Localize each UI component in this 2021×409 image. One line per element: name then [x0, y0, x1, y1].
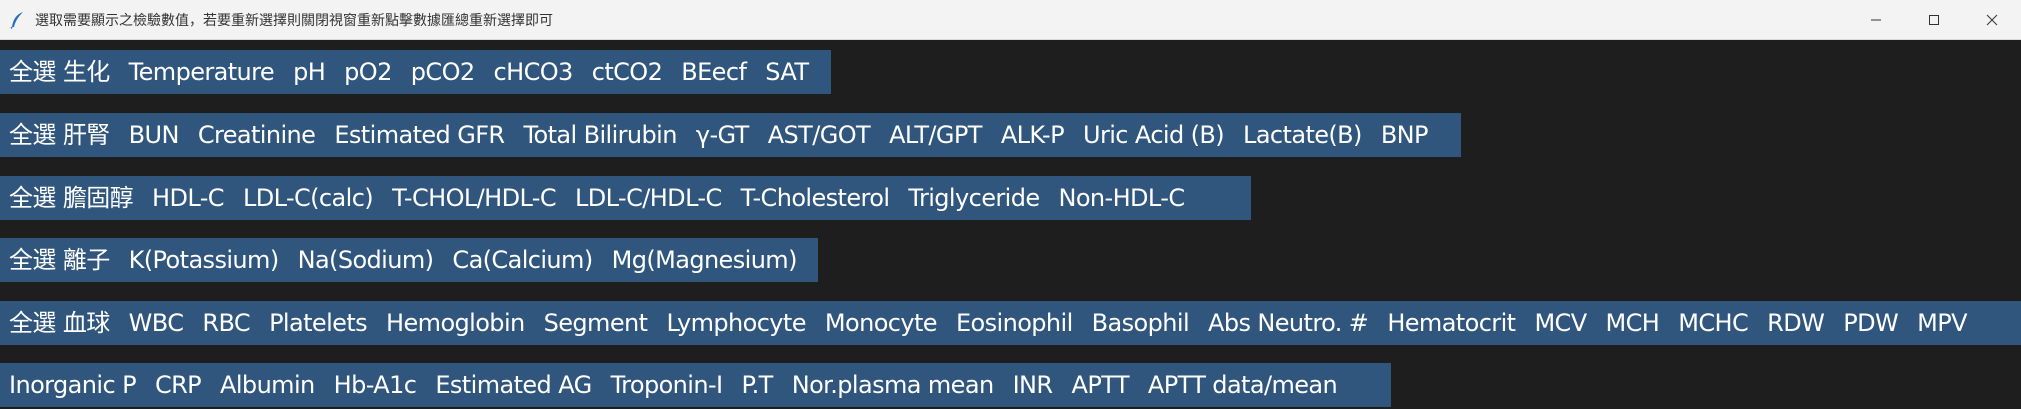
select-all-blood-cells[interactable]: 全選 血球 — [9, 301, 110, 345]
option-item[interactable]: P.T — [742, 363, 774, 407]
option-item[interactable]: MPV — [1917, 301, 1967, 345]
option-item[interactable]: Creatinine — [198, 113, 316, 157]
option-item[interactable]: Albumin — [220, 363, 315, 407]
option-item[interactable]: BUN — [129, 113, 180, 157]
select-all-liver-kidney[interactable]: 全選 肝腎 — [9, 113, 110, 157]
option-item[interactable]: γ-GT — [696, 113, 749, 157]
option-item[interactable]: pO2 — [344, 50, 392, 94]
option-item[interactable]: K(Potassium) — [129, 238, 280, 282]
option-item[interactable]: MCV — [1534, 301, 1587, 345]
option-item[interactable]: Eosinophil — [956, 301, 1073, 345]
option-item[interactable]: Triglyceride — [908, 176, 1040, 220]
option-item[interactable]: Hemoglobin — [386, 301, 525, 345]
option-item[interactable]: Lymphocyte — [666, 301, 806, 345]
option-item[interactable]: WBC — [129, 301, 184, 345]
option-item[interactable]: APTT data/mean — [1148, 363, 1338, 407]
option-item[interactable]: Monocyte — [825, 301, 938, 345]
option-item[interactable]: CRP — [155, 363, 202, 407]
option-item[interactable]: Nor.plasma mean — [792, 363, 994, 407]
option-item[interactable]: Total Bilirubin — [524, 113, 678, 157]
option-item[interactable]: BEecf — [681, 50, 747, 94]
option-item[interactable]: Troponin-I — [611, 363, 724, 407]
option-item[interactable]: Abs Neutro. # — [1208, 301, 1369, 345]
option-item[interactable]: Basophil — [1092, 301, 1190, 345]
option-item[interactable]: Non-HDL-C — [1059, 176, 1186, 220]
option-item[interactable]: Platelets — [269, 301, 368, 345]
option-item[interactable]: Na(Sodium) — [298, 238, 434, 282]
option-item[interactable]: Temperature — [129, 50, 275, 94]
title-bar: 選取需要顯示之檢驗數值，若要重新選擇則關閉視窗重新點擊數據匯總重新選擇即可 — [0, 0, 2021, 40]
option-item[interactable]: INR — [1013, 363, 1054, 407]
minimize-icon[interactable] — [1847, 0, 1905, 40]
option-item[interactable]: Mg(Magnesium) — [612, 238, 798, 282]
close-icon[interactable] — [1963, 0, 2021, 40]
option-item[interactable]: Hematocrit — [1387, 301, 1516, 345]
option-item[interactable]: SAT — [765, 50, 809, 94]
window-controls — [1847, 0, 2021, 40]
checkbox-panel: 全選 生化 Temperature pH pO2 pCO2 cHCO3 ctCO… — [0, 40, 2021, 409]
window-title: 選取需要顯示之檢驗數值，若要重新選擇則關閉視窗重新點擊數據匯總重新選擇即可 — [35, 12, 553, 29]
option-item[interactable]: Hb-A1c — [334, 363, 417, 407]
option-item[interactable]: APTT — [1072, 363, 1130, 407]
select-all-cholesterol[interactable]: 全選 膽固醇 — [9, 176, 134, 220]
row-liver-kidney: 全選 肝腎 BUN Creatinine Estimated GFR Total… — [0, 113, 1461, 157]
option-item[interactable]: AST/GOT — [768, 113, 871, 157]
option-item[interactable]: MCH — [1606, 301, 1660, 345]
option-item[interactable]: cHCO3 — [494, 50, 574, 94]
option-item[interactable]: RBC — [202, 301, 250, 345]
option-item[interactable]: BNP — [1381, 113, 1429, 157]
option-item[interactable]: MCHC — [1678, 301, 1748, 345]
option-item[interactable]: LDL-C(calc) — [243, 176, 374, 220]
row-misc: Inorganic P CRP Albumin Hb-A1c Estimated… — [0, 363, 1391, 407]
option-item[interactable]: ctCO2 — [592, 50, 663, 94]
option-item[interactable]: Segment — [544, 301, 648, 345]
option-item[interactable]: Ca(Calcium) — [452, 238, 593, 282]
option-item[interactable]: ALT/GPT — [889, 113, 982, 157]
option-item[interactable]: HDL-C — [152, 176, 225, 220]
option-item[interactable]: T-Cholesterol — [741, 176, 890, 220]
option-item[interactable]: pCO2 — [411, 50, 475, 94]
option-item[interactable]: PDW — [1843, 301, 1898, 345]
option-item[interactable]: Estimated GFR — [334, 113, 505, 157]
option-item[interactable]: Estimated AG — [435, 363, 592, 407]
row-biochemistry: 全選 生化 Temperature pH pO2 pCO2 cHCO3 ctCO… — [0, 50, 831, 94]
option-item[interactable]: Uric Acid (B) — [1083, 113, 1225, 157]
row-blood-cells: 全選 血球 WBC RBC Platelets Hemoglobin Segme… — [0, 301, 2021, 345]
option-item[interactable]: Inorganic P — [9, 363, 137, 407]
option-item[interactable]: ALK-P — [1001, 113, 1065, 157]
row-cholesterol: 全選 膽固醇 HDL-C LDL-C(calc) T-CHOL/HDL-C LD… — [0, 176, 1251, 220]
option-item[interactable]: RDW — [1767, 301, 1825, 345]
option-item[interactable]: LDL-C/HDL-C — [575, 176, 722, 220]
option-item[interactable]: Lactate(B) — [1243, 113, 1362, 157]
maximize-icon[interactable] — [1905, 0, 1963, 40]
option-item[interactable]: T-CHOL/HDL-C — [392, 176, 557, 220]
feather-icon — [7, 9, 29, 31]
row-ions: 全選 離子 K(Potassium) Na(Sodium) Ca(Calcium… — [0, 238, 818, 282]
select-all-biochemistry[interactable]: 全選 生化 — [9, 50, 110, 94]
option-item[interactable]: pH — [293, 50, 326, 94]
select-all-ions[interactable]: 全選 離子 — [9, 238, 110, 282]
